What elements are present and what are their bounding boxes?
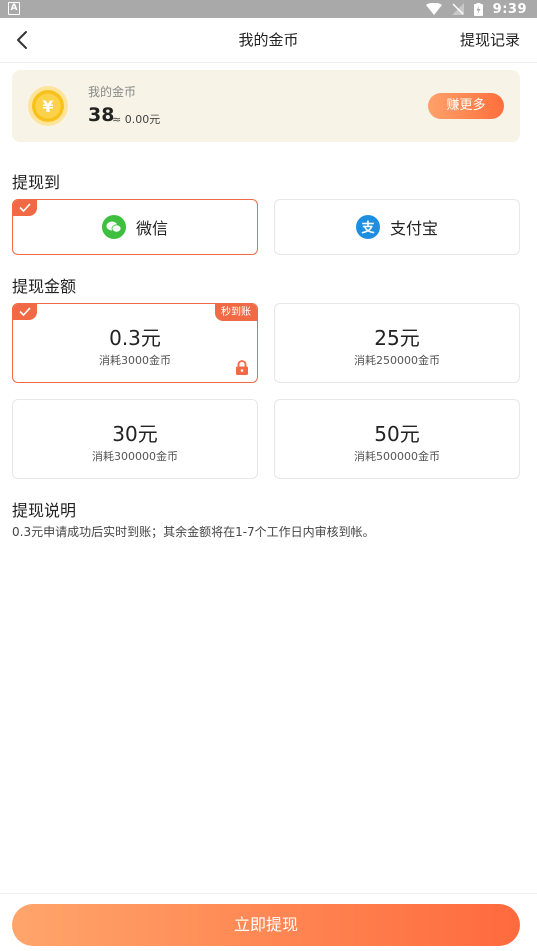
battery-icon bbox=[473, 2, 483, 16]
amount-value: 0.3元 bbox=[109, 326, 161, 350]
amount-option-30[interactable]: 30元 消耗300000金币 bbox=[12, 399, 258, 479]
notification-a-icon: A bbox=[8, 2, 20, 15]
withdraw-now-button[interactable]: 立即提现 bbox=[12, 904, 520, 946]
amount-option-25[interactable]: 25元 消耗250000金币 bbox=[274, 303, 520, 383]
amount-cost: 消耗250000金币 bbox=[354, 354, 440, 367]
wifi-icon bbox=[425, 3, 442, 15]
amount-cost: 消耗500000金币 bbox=[354, 450, 440, 463]
bottom-action-bar: 立即提现 bbox=[0, 893, 537, 951]
alipay-label: 支付宝 bbox=[389, 219, 438, 238]
page-title: 我的金币 bbox=[238, 31, 299, 49]
wechat-option[interactable]: 微信 bbox=[12, 199, 258, 255]
coin-approx-value: ≈ 0.00元 bbox=[112, 113, 161, 126]
coin-icon: ¥ bbox=[28, 86, 68, 126]
wechat-label: 微信 bbox=[135, 219, 168, 238]
nav-bar: 我的金币 提现记录 bbox=[0, 18, 537, 63]
amount-cost: 消耗3000金币 bbox=[99, 354, 171, 367]
amount-cost: 消耗300000金币 bbox=[92, 450, 178, 463]
earn-more-button[interactable]: 赚更多 bbox=[428, 93, 504, 119]
withdraw-record-link[interactable]: 提现记录 bbox=[460, 18, 520, 63]
wechat-icon bbox=[101, 215, 126, 239]
withdraw-to-title: 提现到 bbox=[12, 173, 61, 192]
svg-text:支: 支 bbox=[360, 220, 375, 235]
signal-icon bbox=[451, 3, 464, 15]
coin-label: 我的金币 bbox=[88, 85, 137, 99]
amount-value: 25元 bbox=[374, 326, 420, 350]
status-icons: 9:39 bbox=[425, 0, 527, 18]
lock-icon bbox=[236, 360, 248, 375]
withdraw-notes-title: 提现说明 bbox=[12, 501, 77, 520]
coin-amount: 38 bbox=[88, 104, 115, 126]
selected-check-icon bbox=[13, 304, 37, 320]
status-time: 9:39 bbox=[492, 1, 527, 17]
withdraw-amount-title: 提现金额 bbox=[12, 277, 77, 296]
svg-text:¥: ¥ bbox=[42, 97, 53, 116]
amount-value: 30元 bbox=[112, 422, 158, 446]
instant-arrival-badge: 秒到账 bbox=[215, 304, 257, 321]
withdraw-notes-text: 0.3元申请成功后实时到账；其余金额将在1-7个工作日内审核到帐。 bbox=[12, 525, 375, 539]
alipay-icon: 支 bbox=[355, 215, 380, 239]
alipay-option[interactable]: 支 支付宝 bbox=[274, 199, 520, 255]
amount-option-50[interactable]: 50元 消耗500000金币 bbox=[274, 399, 520, 479]
status-bar: A 9:39 bbox=[0, 0, 537, 18]
selected-check-icon bbox=[13, 200, 37, 216]
amount-value: 50元 bbox=[374, 422, 420, 446]
amount-option-0-3[interactable]: 秒到账 0.3元 消耗3000金币 bbox=[12, 303, 258, 383]
